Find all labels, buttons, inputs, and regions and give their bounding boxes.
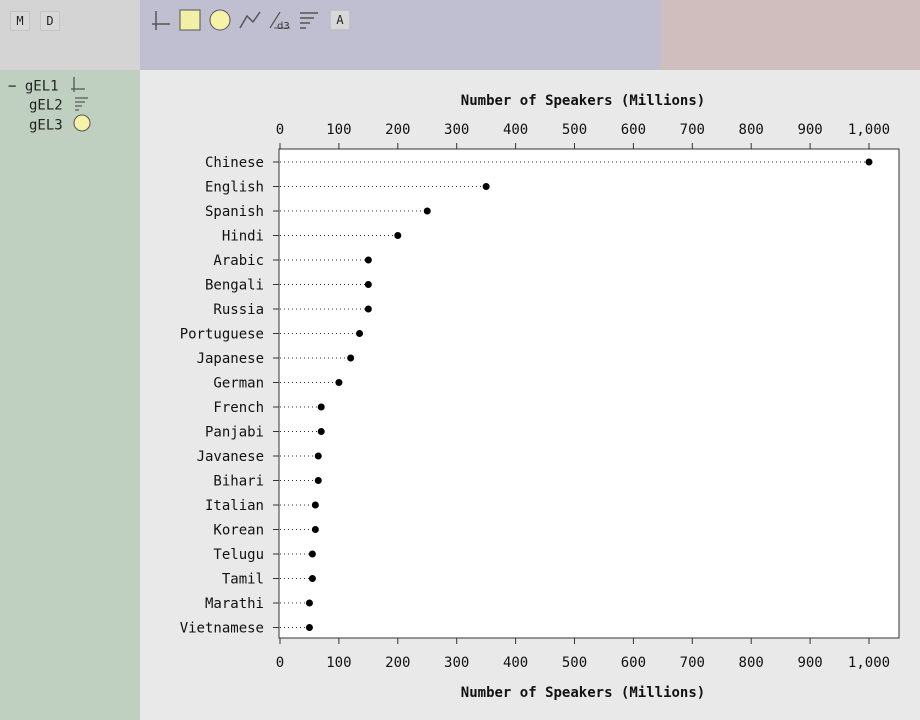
category-label: Tamil xyxy=(222,572,264,588)
bottom-tick-label: 200 xyxy=(385,655,410,671)
category-axis: Chinese English Spanish Hindi Arabic Bengali R… xyxy=(180,155,279,637)
category-label: Arabic xyxy=(213,253,264,269)
dot-plot-chart: Number of Speakers (Millions) Number of … xyxy=(180,93,900,701)
data-point xyxy=(364,281,372,288)
x-axis-title: Number of Speakers (Millions) xyxy=(461,685,705,701)
category-label: Spanish xyxy=(205,204,264,220)
top-axis: 0 100 200 300 400 500 600 700 800 900 1,000 xyxy=(276,122,890,149)
data-point xyxy=(308,575,316,582)
data-point xyxy=(356,330,364,337)
data-point xyxy=(865,158,873,166)
data-point xyxy=(347,354,355,362)
category-label: Vietnamese xyxy=(180,621,264,637)
bottom-tick-label: 500 xyxy=(562,655,587,671)
top-tick-label: 800 xyxy=(739,122,764,138)
top-tick-label: 900 xyxy=(797,122,822,138)
category-label: Korean xyxy=(213,523,264,539)
data-point xyxy=(314,452,322,460)
top-tick-label: 600 xyxy=(621,122,646,138)
top-tick-label: 500 xyxy=(562,122,587,138)
top-tick-label: 200 xyxy=(385,122,410,138)
data-point xyxy=(364,305,372,313)
top-tick-label: 100 xyxy=(326,122,351,138)
bottom-tick-label: 700 xyxy=(680,655,705,671)
bottom-tick-label: 800 xyxy=(739,655,764,671)
top-tick-label: 300 xyxy=(444,122,469,138)
data-point xyxy=(335,379,343,386)
bottom-tick-label: 1,000 xyxy=(848,655,890,671)
bottom-tick-label: 400 xyxy=(503,655,528,671)
category-label: English xyxy=(205,180,264,196)
plot-area xyxy=(278,148,900,639)
data-point xyxy=(305,624,313,631)
category-label: French xyxy=(213,400,264,416)
data-point xyxy=(311,526,319,533)
top-tick-label: 1,000 xyxy=(848,122,890,138)
data-point xyxy=(314,477,322,484)
top-axis-title: Number of Speakers (Millions) xyxy=(461,93,705,109)
data-point xyxy=(317,428,325,435)
category-label: Bengali xyxy=(205,278,264,294)
category-label: Panjabi xyxy=(205,425,264,441)
category-label: German xyxy=(213,376,264,392)
category-label: Marathi xyxy=(205,596,264,612)
category-label: Telugu xyxy=(213,547,264,563)
bottom-tick-label: 900 xyxy=(797,655,822,671)
category-label: Bihari xyxy=(213,474,264,490)
data-point xyxy=(305,599,313,607)
top-tick-label: 400 xyxy=(503,122,528,138)
category-label: Javanese xyxy=(197,449,264,465)
bottom-tick-label: 300 xyxy=(444,655,469,671)
category-label: Hindi xyxy=(222,229,264,245)
top-tick-label: 700 xyxy=(680,122,705,138)
data-point xyxy=(482,183,490,190)
data-point xyxy=(308,550,316,558)
bottom-axis: 0 100 200 300 400 500 600 700 800 900 1,000 xyxy=(276,638,890,671)
category-label: Japanese xyxy=(197,351,264,367)
category-label: Italian xyxy=(205,498,264,514)
top-tick-label: 0 xyxy=(276,122,284,138)
category-label: Russia xyxy=(213,302,264,318)
bottom-tick-label: 600 xyxy=(621,655,646,671)
bottom-tick-label: 0 xyxy=(276,655,284,671)
bottom-tick-label: 100 xyxy=(326,655,351,671)
data-point xyxy=(423,207,431,215)
category-label: Chinese xyxy=(205,155,264,171)
data-point xyxy=(364,256,372,264)
data-point xyxy=(317,403,325,411)
category-label: Portuguese xyxy=(180,327,264,343)
data-point xyxy=(394,232,402,239)
data-point xyxy=(311,501,319,509)
